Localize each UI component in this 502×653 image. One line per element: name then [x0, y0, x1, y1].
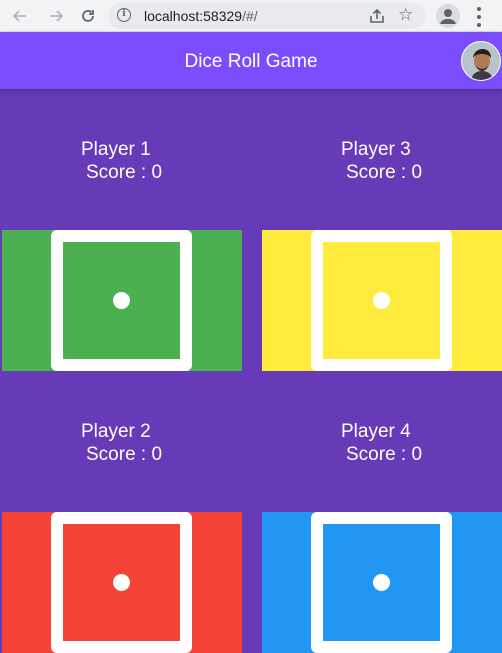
player-4-name: Player 4: [341, 421, 411, 442]
profile-icon[interactable]: [436, 4, 460, 28]
player-2-dice[interactable]: [51, 512, 192, 653]
address-bar[interactable]: i localhost:58329/#/ ☆: [108, 3, 426, 29]
dice-pip: [113, 574, 130, 591]
player-1-dice-panel[interactable]: [2, 230, 242, 371]
star-icon[interactable]: ☆: [398, 5, 413, 25]
share-icon[interactable]: [368, 7, 386, 25]
dice-pip: [373, 574, 390, 591]
forward-icon[interactable]: [46, 6, 66, 26]
page-title: Dice Roll Game: [184, 51, 318, 72]
player-2-dice-panel[interactable]: [2, 512, 242, 653]
info-icon[interactable]: i: [117, 8, 131, 22]
dice-pip: [113, 292, 130, 309]
player-3-score: Score : 0: [346, 162, 423, 183]
menu-icon[interactable]: [474, 7, 484, 27]
player-2-name: Player 2: [81, 421, 151, 442]
player-4-dice-panel[interactable]: [262, 512, 502, 653]
player-4-score: Score : 0: [346, 444, 423, 465]
avatar[interactable]: [461, 41, 501, 81]
player-3-dice-panel[interactable]: [262, 230, 502, 371]
player-1-name: Player 1: [81, 139, 151, 160]
player-3-name: Player 3: [341, 139, 411, 160]
browser-toolbar: i localhost:58329/#/ ☆: [0, 0, 502, 32]
reload-icon[interactable]: [78, 6, 98, 26]
player-4-dice[interactable]: [311, 512, 452, 653]
app-bar: Dice Roll Game: [0, 32, 502, 89]
dice-pip: [373, 292, 390, 309]
url-text: localhost:58329/#/: [144, 8, 258, 24]
player-3-dice[interactable]: [311, 230, 452, 371]
back-icon[interactable]: [10, 6, 30, 26]
player-1-dice[interactable]: [51, 230, 192, 371]
player-2-score: Score : 0: [86, 444, 163, 465]
player-1-score: Score : 0: [86, 162, 163, 183]
